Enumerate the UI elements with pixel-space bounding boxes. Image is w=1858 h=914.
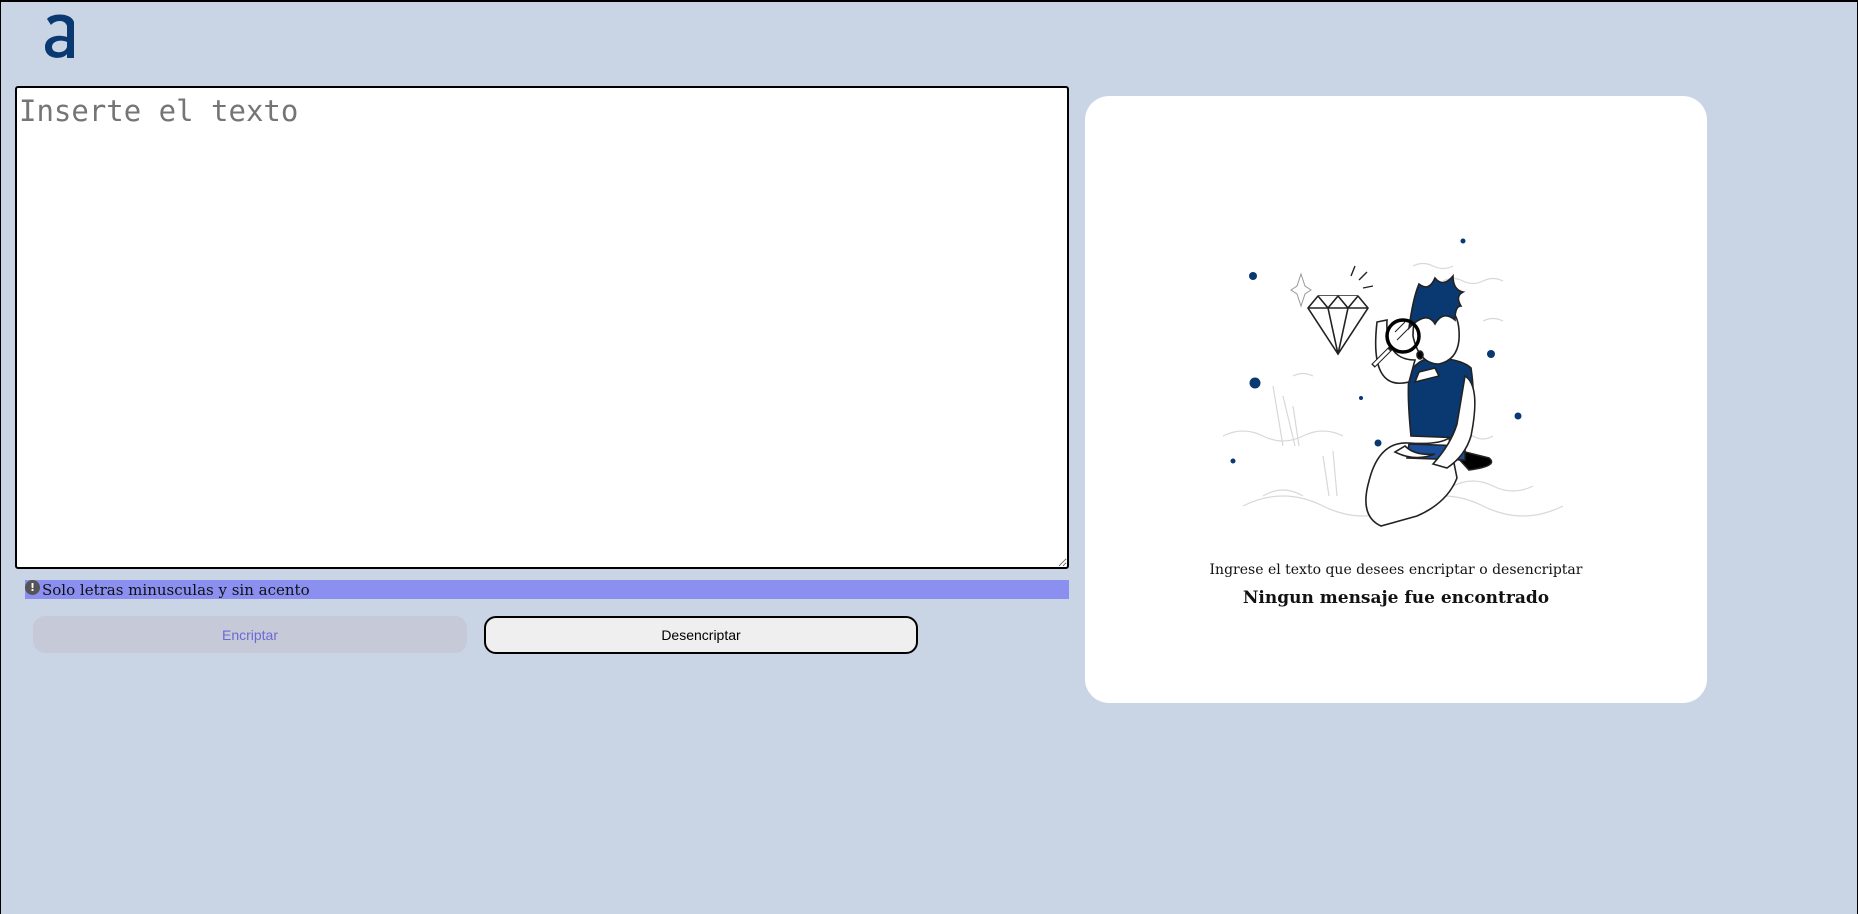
panel-subtitle: Ingrese el texto que desees encriptar o …	[1209, 562, 1583, 578]
hint-bar: ! Solo letras minusculas y sin acento	[25, 580, 1069, 599]
encrypt-button[interactable]: Encriptar	[33, 616, 467, 653]
panel-title: Ningun mensaje fue encontrado	[1242, 588, 1550, 608]
hint-text: Solo letras minusculas y sin acento	[42, 580, 310, 599]
text-input[interactable]	[15, 86, 1069, 569]
info-icon: !	[25, 580, 40, 595]
decrypt-button[interactable]: Desencriptar	[484, 616, 918, 654]
alura-logo-icon[interactable]	[41, 10, 81, 62]
logo-svg	[45, 14, 74, 58]
result-panel: Ingrese el texto que desees encriptar o …	[1085, 96, 1707, 703]
person-with-magnifier-illustration	[1222, 238, 1564, 527]
